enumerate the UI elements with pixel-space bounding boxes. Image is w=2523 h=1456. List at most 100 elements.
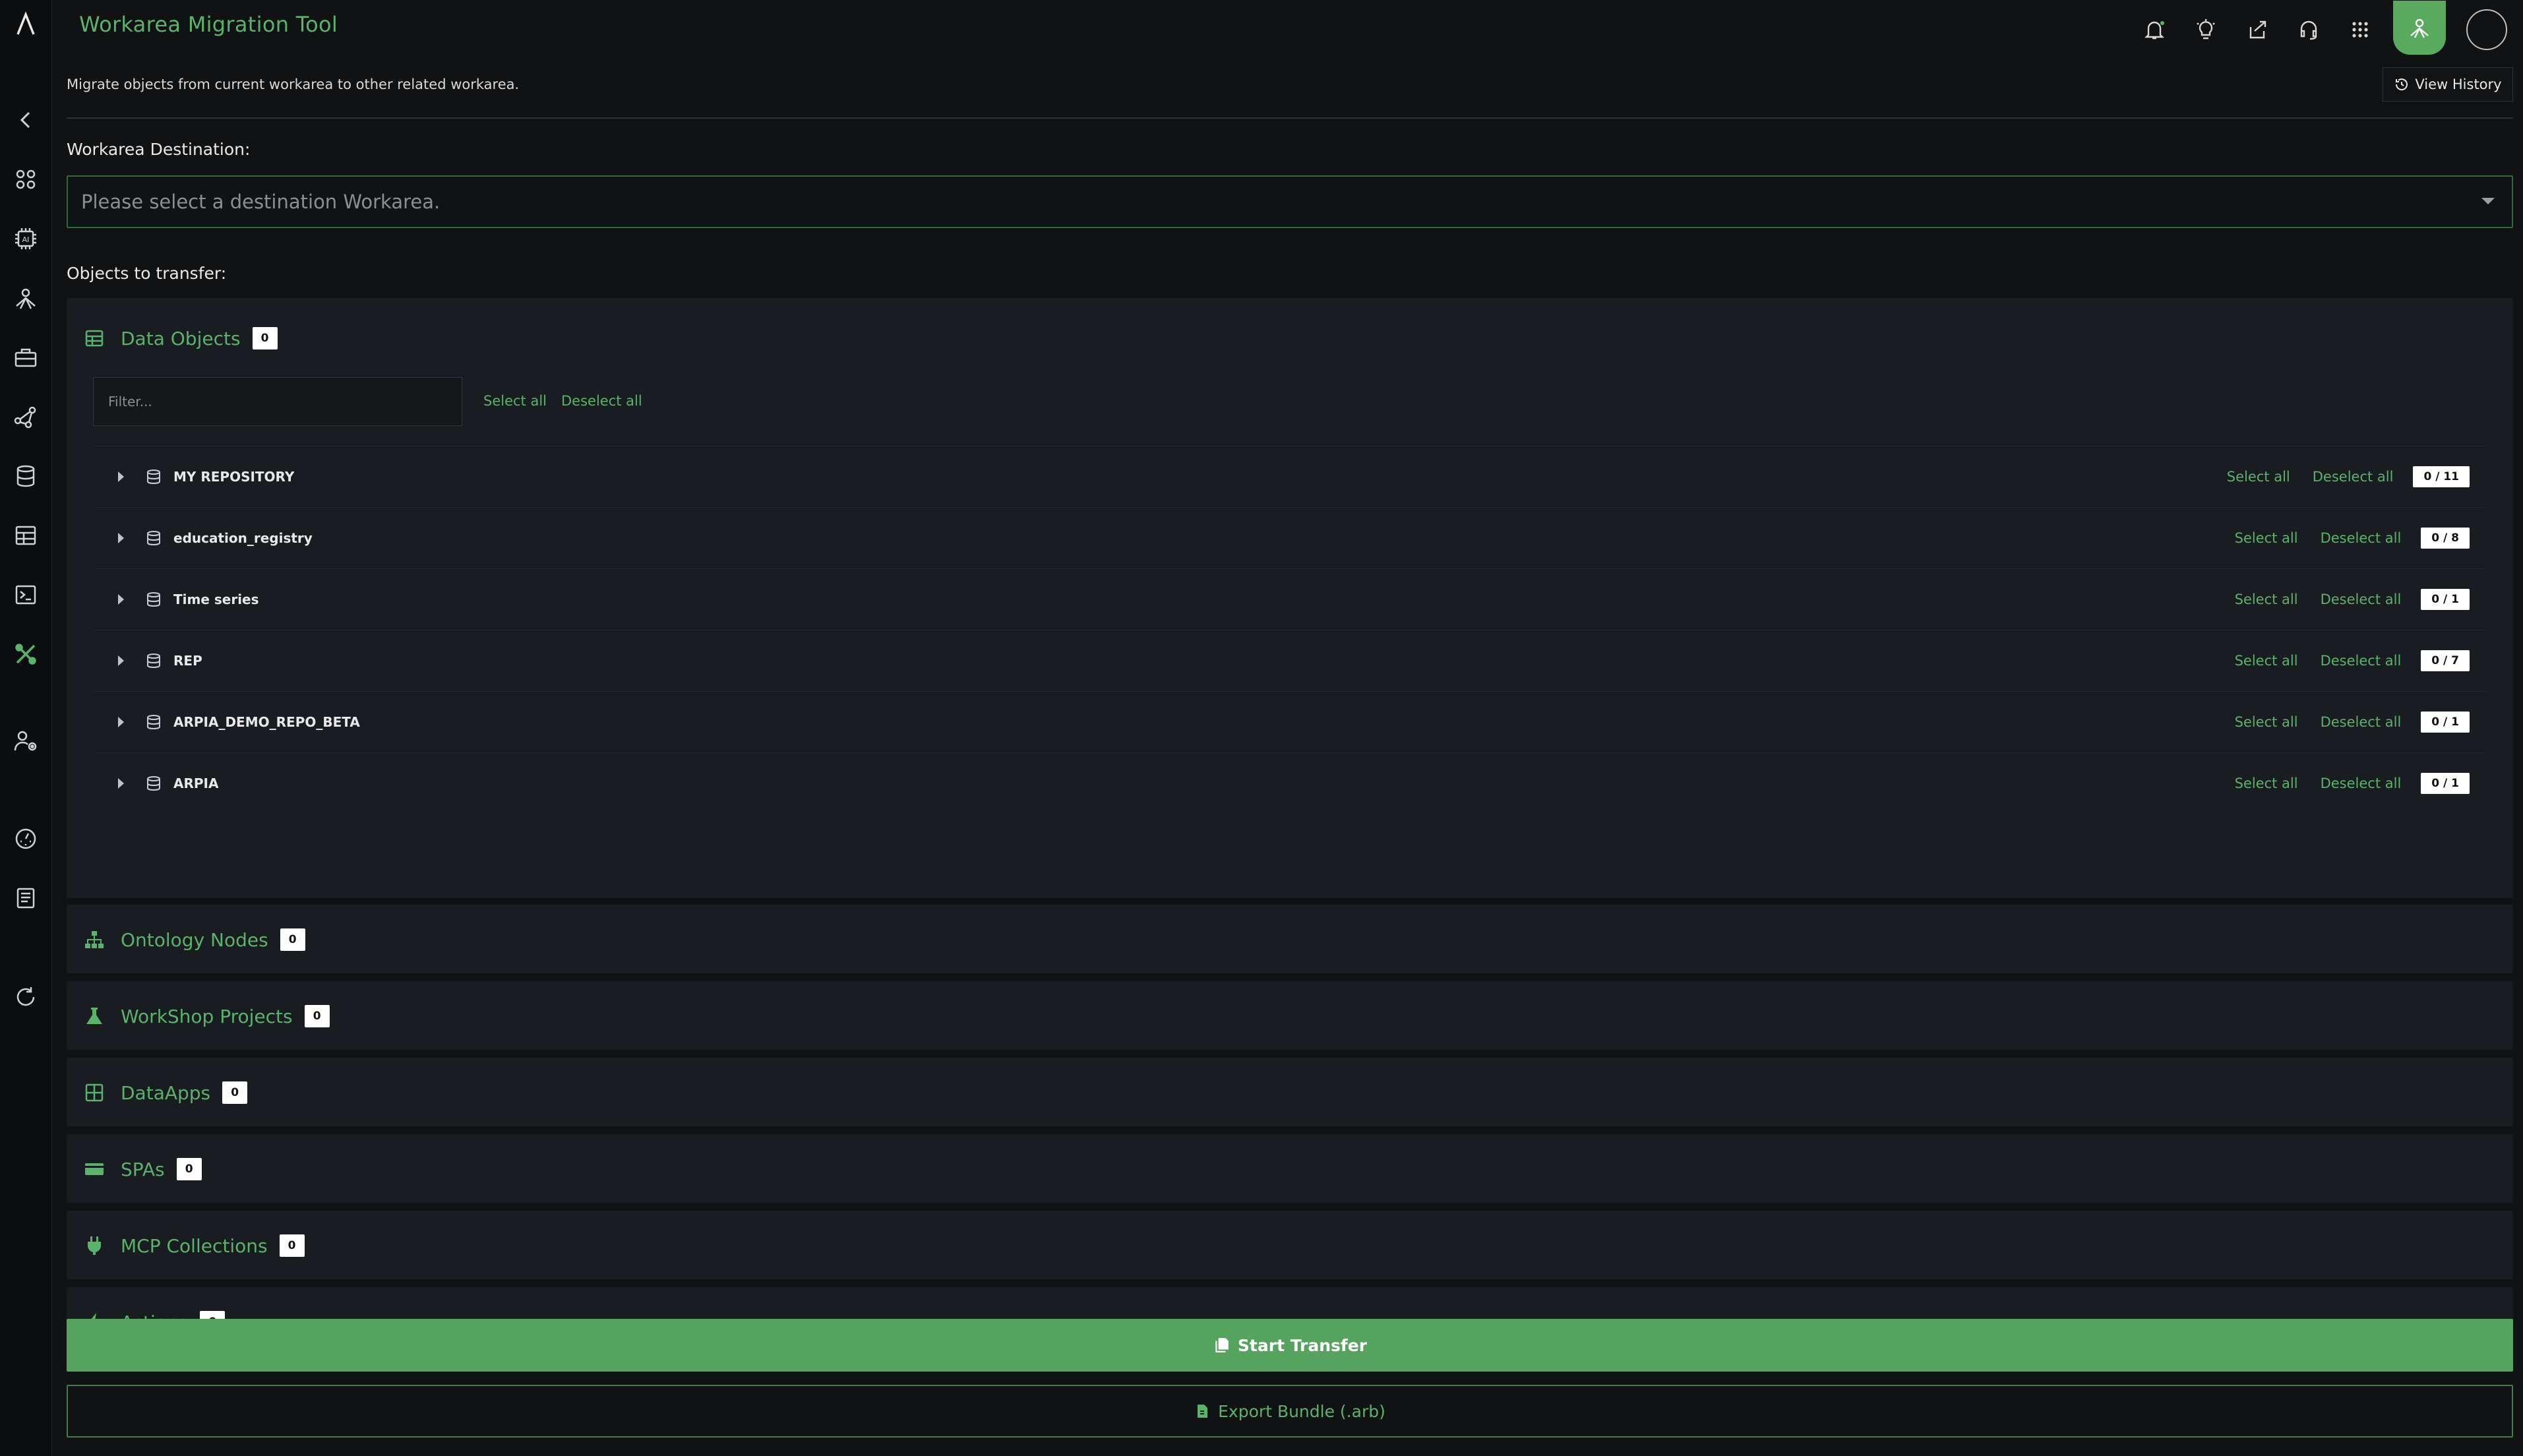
- expand-caret-icon[interactable]: [118, 778, 124, 789]
- section-count: 0: [176, 1158, 202, 1180]
- repository-actions: Select all Deselect all 0 / 8: [2235, 528, 2470, 549]
- repository-row[interactable]: MY REPOSITORY Select all Deselect all 0 …: [93, 446, 2487, 507]
- ai-chip-icon[interactable]: AI: [11, 224, 40, 253]
- app-grid-icon[interactable]: [2342, 11, 2379, 48]
- select-all-link[interactable]: Select all: [2235, 775, 2298, 791]
- selection-ratio-badge: 0 / 1: [2421, 773, 2470, 794]
- user-settings-icon[interactable]: [11, 727, 40, 756]
- card-icon: [84, 1159, 105, 1180]
- divider: [67, 117, 2513, 119]
- dashboard-icon[interactable]: [11, 824, 40, 853]
- mcp-collections-panel[interactable]: MCP Collections 0: [67, 1211, 2513, 1279]
- history-icon: [2396, 78, 2408, 90]
- data-objects-header[interactable]: Data Objects 0: [84, 327, 278, 349]
- back-icon[interactable]: [11, 106, 40, 135]
- repository-actions: Select all Deselect all 0 / 7: [2235, 650, 2470, 671]
- deselect-all-link[interactable]: Deselect all: [561, 393, 642, 409]
- share-nodes-icon[interactable]: [11, 402, 40, 431]
- repository-name: MY REPOSITORY: [173, 469, 295, 485]
- section-title: MCP Collections: [121, 1234, 268, 1257]
- selection-ratio-badge: 0 / 8: [2421, 528, 2470, 549]
- data-objects-title: Data Objects: [121, 327, 241, 349]
- section-header[interactable]: Ontology Nodes 0: [84, 928, 305, 951]
- repository-actions: Select all Deselect all 0 / 1: [2235, 589, 2470, 610]
- repository-actions: Select all Deselect all 0 / 1: [2235, 712, 2470, 733]
- workshop-projects-panel[interactable]: WorkShop Projects 0: [67, 981, 2513, 1050]
- spas-panel[interactable]: SPAs 0: [67, 1134, 2513, 1203]
- terminal-icon[interactable]: [11, 580, 40, 609]
- top-bar: Workarea Migration Tool: [51, 0, 2523, 59]
- expand-caret-icon[interactable]: [118, 717, 124, 727]
- headset-support-icon[interactable]: [2290, 11, 2327, 48]
- table-icon[interactable]: [11, 521, 40, 550]
- section-header[interactable]: WorkShop Projects 0: [84, 1005, 330, 1027]
- repository-actions: Select all Deselect all 0 / 1: [2235, 773, 2470, 794]
- section-header[interactable]: MCP Collections 0: [84, 1234, 305, 1257]
- destination-placeholder: Please select a destination Workarea.: [81, 191, 441, 213]
- database-icon: [144, 590, 163, 609]
- deselect-all-link[interactable]: Deselect all: [2321, 530, 2402, 546]
- table-icon: [84, 328, 105, 349]
- expand-caret-icon[interactable]: [118, 471, 124, 482]
- section-count: 0: [304, 1005, 330, 1027]
- destination-select[interactable]: Please select a destination Workarea.: [67, 175, 2513, 228]
- deselect-all-link[interactable]: Deselect all: [2321, 714, 2402, 730]
- ontology-nodes-panel[interactable]: Ontology Nodes 0: [67, 905, 2513, 973]
- notebook-icon[interactable]: [11, 884, 40, 913]
- notifications-bell-icon[interactable]: [2136, 11, 2173, 48]
- select-all-link[interactable]: Select all: [483, 393, 547, 409]
- select-all-link[interactable]: Select all: [2235, 714, 2298, 730]
- database-icon: [144, 713, 163, 731]
- database-icon: [144, 468, 163, 486]
- toolbox-icon[interactable]: [11, 343, 40, 372]
- page-subtitle: Migrate objects from current workarea to…: [67, 76, 520, 92]
- select-all-link[interactable]: Select all: [2227, 469, 2290, 485]
- view-history-label: View History: [2415, 76, 2502, 92]
- export-bundle-label: Export Bundle (.arb): [1218, 1401, 1385, 1421]
- view-history-button[interactable]: View History: [2383, 67, 2513, 102]
- repository-name: ARPIA_DEMO_REPO_BETA: [173, 714, 360, 730]
- expand-caret-icon[interactable]: [118, 533, 124, 543]
- tools-icon[interactable]: [11, 640, 40, 669]
- select-all-link[interactable]: Select all: [2235, 653, 2298, 669]
- deselect-all-link[interactable]: Deselect all: [2313, 469, 2394, 485]
- section-header[interactable]: SPAs 0: [84, 1158, 202, 1180]
- lightbulb-icon[interactable]: [2187, 11, 2224, 48]
- share-icon[interactable]: [2239, 11, 2276, 48]
- selection-ratio-badge: 0 / 7: [2421, 650, 2470, 671]
- hierarchy-icon: [84, 929, 105, 950]
- section-header[interactable]: DataApps 0: [84, 1081, 248, 1104]
- expand-caret-icon[interactable]: [118, 594, 124, 605]
- refresh-icon[interactable]: [11, 983, 40, 1012]
- dataapps-panel[interactable]: DataApps 0: [67, 1058, 2513, 1126]
- ontology-person-icon[interactable]: [11, 284, 40, 313]
- bulk-actions: Select all Deselect all: [483, 393, 642, 409]
- start-transfer-label: Start Transfer: [1237, 1335, 1368, 1355]
- selection-ratio-badge: 0 / 1: [2421, 712, 2470, 733]
- user-avatar[interactable]: [2466, 9, 2507, 50]
- repository-row[interactable]: ARPIA_DEMO_REPO_BETA Select all Deselect…: [93, 691, 2487, 752]
- start-transfer-button[interactable]: Start Transfer: [67, 1319, 2513, 1372]
- repository-name: education_registry: [173, 530, 313, 546]
- section-count: 0: [280, 928, 305, 951]
- select-all-link[interactable]: Select all: [2235, 592, 2298, 607]
- deselect-all-link[interactable]: Deselect all: [2321, 592, 2402, 607]
- expand-caret-icon[interactable]: [118, 655, 124, 666]
- database-icon[interactable]: [11, 462, 40, 491]
- deselect-all-link[interactable]: Deselect all: [2321, 775, 2402, 791]
- apps-icon[interactable]: [11, 165, 40, 194]
- select-all-link[interactable]: Select all: [2235, 530, 2298, 546]
- logo-icon[interactable]: [11, 9, 40, 38]
- export-bundle-button[interactable]: Export Bundle (.arb): [67, 1385, 2513, 1438]
- repository-row[interactable]: ARPIA Select all Deselect all 0 / 1: [93, 752, 2487, 814]
- repository-row[interactable]: education_registry Select all Deselect a…: [93, 507, 2487, 568]
- repository-row[interactable]: REP Select all Deselect all 0 / 7: [93, 630, 2487, 691]
- selection-ratio-badge: 0 / 1: [2421, 589, 2470, 610]
- ontology-active-icon[interactable]: [2393, 1, 2446, 55]
- repository-row[interactable]: Time series Select all Deselect all 0 / …: [93, 568, 2487, 630]
- deselect-all-link[interactable]: Deselect all: [2321, 653, 2402, 669]
- repository-name: Time series: [173, 592, 259, 607]
- section-title: WorkShop Projects: [121, 1005, 293, 1027]
- filter-input[interactable]: [93, 377, 462, 426]
- section-title: SPAs: [121, 1158, 165, 1180]
